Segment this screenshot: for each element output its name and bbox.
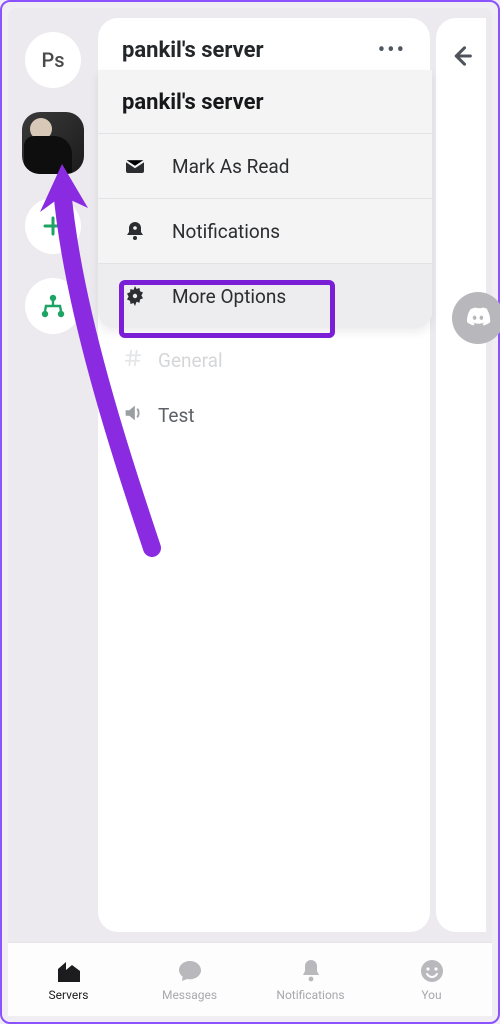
bottom-nav: Servers Messages Notifications You <box>8 942 492 1016</box>
face-icon <box>419 958 445 984</box>
nav-label: Messages <box>162 988 217 1002</box>
nav-label: You <box>421 988 441 1002</box>
nav-servers[interactable]: Servers <box>8 958 129 1002</box>
sheet-item-label: Mark As Read <box>172 155 289 178</box>
channel-label: Test <box>158 404 195 427</box>
mark-as-read-button[interactable]: Mark As Read <box>98 134 432 199</box>
server-more-button[interactable]: ••• <box>378 38 406 63</box>
channel-panel: pankil's server ••• General Test pankil'… <box>98 18 430 932</box>
dots-icon: ••• <box>378 38 406 63</box>
discord-icon <box>463 303 493 333</box>
server-rail: Ps <box>8 8 98 942</box>
notifications-button[interactable]: Notifications <box>98 199 432 264</box>
more-options-button[interactable]: More Options <box>98 264 432 328</box>
server-title: pankil's server <box>122 38 264 63</box>
discord-badge <box>452 292 500 344</box>
hub-icon <box>39 292 67 320</box>
hub-button[interactable] <box>25 278 81 334</box>
server-avatar[interactable] <box>22 112 84 174</box>
nav-label: Notifications <box>276 988 344 1002</box>
message-preview-panel <box>436 18 486 932</box>
sheet-title: pankil's server <box>98 70 432 134</box>
messages-icon <box>177 958 203 984</box>
bell-icon <box>122 219 148 243</box>
nav-you[interactable]: You <box>371 958 492 1002</box>
hash-icon <box>122 347 144 374</box>
bell-icon <box>299 958 323 984</box>
ps-server-label: Ps <box>41 48 64 72</box>
speaker-icon <box>122 402 144 429</box>
nav-label: Servers <box>48 988 88 1002</box>
arrow-left-icon <box>447 42 475 70</box>
nav-messages[interactable]: Messages <box>129 958 250 1002</box>
servers-icon <box>55 958 83 984</box>
nav-notifications[interactable]: Notifications <box>250 958 371 1002</box>
back-button[interactable] <box>447 42 475 74</box>
mail-icon <box>122 154 148 178</box>
server-context-sheet: pankil's server Mark As Read Notificatio… <box>98 70 432 328</box>
ps-server-button[interactable]: Ps <box>25 32 81 88</box>
add-server-button[interactable] <box>25 198 81 254</box>
sheet-item-label: More Options <box>172 285 286 308</box>
gear-icon <box>122 284 148 308</box>
channel-general[interactable]: General <box>98 333 430 388</box>
channel-label: General <box>158 349 223 372</box>
sheet-item-label: Notifications <box>172 220 280 243</box>
channel-test[interactable]: Test <box>98 388 430 443</box>
plus-icon <box>41 214 65 238</box>
